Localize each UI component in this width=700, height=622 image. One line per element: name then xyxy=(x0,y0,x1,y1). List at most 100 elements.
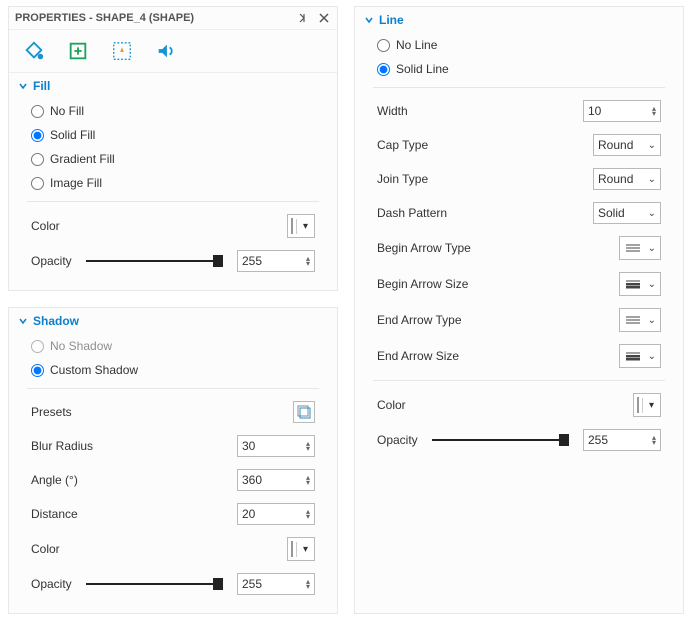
panel-title: PROPERTIES - SHAPE_4 (SHAPE) xyxy=(15,12,194,24)
radio-label: Custom Shadow xyxy=(50,363,138,377)
radio-no-shadow[interactable]: No Shadow xyxy=(19,334,327,358)
begin-arrow-size-select[interactable]: ⌄ xyxy=(619,272,661,296)
radio-input[interactable] xyxy=(31,105,44,118)
label-cap: Cap Type xyxy=(377,138,428,152)
join-type-select[interactable]: Round ⌄ xyxy=(593,168,661,190)
radio-label: No Fill xyxy=(50,104,84,118)
radio-gradient-fill[interactable]: Gradient Fill xyxy=(19,147,327,171)
slider-thumb[interactable] xyxy=(559,434,569,446)
shadow-color-swatch xyxy=(291,541,293,557)
line-color-picker[interactable]: ▾ xyxy=(633,393,661,417)
label-shadow-opacity: Opacity xyxy=(31,577,72,591)
radio-input[interactable] xyxy=(31,340,44,353)
spinner-icon[interactable]: ▴▾ xyxy=(648,106,656,116)
group-tab-icon[interactable] xyxy=(111,40,133,62)
label-end-arrow-type: End Arrow Type xyxy=(377,313,462,327)
shadow-blur-value[interactable]: 30 ▴▾ xyxy=(237,435,315,457)
fill-opacity-value[interactable]: 255 ▴▾ xyxy=(237,250,315,272)
section-fill[interactable]: Fill xyxy=(9,73,337,95)
end-arrow-type-select[interactable]: ⌄ xyxy=(619,308,661,332)
label-line-color: Color xyxy=(377,398,406,412)
fill-tab-icon[interactable] xyxy=(23,40,45,62)
radio-input[interactable] xyxy=(31,364,44,377)
spinner-icon[interactable]: ▴▾ xyxy=(302,579,310,589)
line-width-value[interactable]: 10 ▴▾ xyxy=(583,100,661,122)
panel-header: PROPERTIES - SHAPE_4 (SHAPE) xyxy=(9,7,337,30)
size-tab-icon[interactable] xyxy=(67,40,89,62)
dropdown-arrow-icon: ▾ xyxy=(296,219,314,234)
end-arrow-size-select[interactable]: ⌄ xyxy=(619,344,661,368)
label-angle: Angle (°) xyxy=(31,473,78,487)
spinner-icon[interactable]: ▴▾ xyxy=(648,435,656,445)
label-join: Join Type xyxy=(377,172,428,186)
shadow-distance-value[interactable]: 20 ▴▾ xyxy=(237,503,315,525)
radio-solid-line[interactable]: Solid Line xyxy=(365,57,673,81)
dropdown-arrow-icon: ▾ xyxy=(296,542,314,557)
spinner-icon[interactable]: ▴▾ xyxy=(302,441,310,451)
section-title-label: Line xyxy=(379,13,404,27)
label-begin-arrow-type: Begin Arrow Type xyxy=(377,241,471,255)
radio-input[interactable] xyxy=(31,177,44,190)
label-end-arrow-size: End Arrow Size xyxy=(377,349,459,363)
radio-input[interactable] xyxy=(31,129,44,142)
fill-opacity-slider[interactable] xyxy=(86,260,223,262)
label-presets: Presets xyxy=(31,405,72,419)
spinner-icon[interactable]: ▴▾ xyxy=(302,509,310,519)
spinner-icon[interactable]: ▴▾ xyxy=(302,256,310,266)
value: 255 xyxy=(242,254,262,268)
label-begin-arrow-size: Begin Arrow Size xyxy=(377,277,468,291)
chevron-down-icon: ⌄ xyxy=(648,351,656,362)
chevron-down-icon xyxy=(19,79,27,93)
audio-tab-icon[interactable] xyxy=(155,40,177,62)
chevron-down-icon xyxy=(365,13,373,27)
value: 30 xyxy=(242,439,255,453)
shadow-angle-value[interactable]: 360 ▴▾ xyxy=(237,469,315,491)
radio-label: Gradient Fill xyxy=(50,152,115,166)
radio-label: Solid Line xyxy=(396,62,449,76)
fill-color-picker[interactable]: ▾ xyxy=(287,214,315,238)
chevron-down-icon: ⌄ xyxy=(648,315,656,326)
dash-pattern-select[interactable]: Solid ⌄ xyxy=(593,202,661,224)
cap-type-select[interactable]: Round ⌄ xyxy=(593,134,661,156)
chevron-down-icon xyxy=(19,314,27,328)
line-opacity-value[interactable]: 255 ▴▾ xyxy=(583,429,661,451)
pin-icon[interactable] xyxy=(297,11,311,25)
radio-custom-shadow[interactable]: Custom Shadow xyxy=(19,358,327,382)
radio-image-fill[interactable]: Image Fill xyxy=(19,171,327,195)
panel-shadow: Shadow No Shadow Custom Shadow Presets xyxy=(8,307,338,614)
value: 10 xyxy=(588,104,601,118)
radio-no-line[interactable]: No Line xyxy=(365,33,673,57)
begin-arrow-type-select[interactable]: ⌄ xyxy=(619,236,661,260)
slider-thumb[interactable] xyxy=(213,578,223,590)
chevron-down-icon: ⌄ xyxy=(648,140,656,151)
shadow-presets-picker[interactable] xyxy=(293,401,315,423)
line-color-swatch xyxy=(637,397,639,413)
spinner-icon[interactable]: ▴▾ xyxy=(302,475,310,485)
section-line[interactable]: Line xyxy=(355,7,683,29)
label-blur: Blur Radius xyxy=(31,439,93,453)
radio-label: Solid Fill xyxy=(50,128,95,142)
section-title-label: Shadow xyxy=(33,314,79,328)
value: 20 xyxy=(242,507,255,521)
shadow-opacity-slider[interactable] xyxy=(86,583,223,585)
radio-input[interactable] xyxy=(377,39,390,52)
slider-thumb[interactable] xyxy=(213,255,223,267)
value: 255 xyxy=(588,433,608,447)
value: Solid xyxy=(598,206,625,220)
radio-label: No Shadow xyxy=(50,339,112,353)
close-icon[interactable] xyxy=(317,11,331,25)
toolbar xyxy=(9,30,337,73)
radio-input[interactable] xyxy=(377,63,390,76)
chevron-down-icon: ⌄ xyxy=(648,208,656,219)
label-distance: Distance xyxy=(31,507,78,521)
radio-solid-fill[interactable]: Solid Fill xyxy=(19,123,327,147)
value: 360 xyxy=(242,473,262,487)
section-shadow[interactable]: Shadow xyxy=(9,308,337,330)
chevron-down-icon: ⌄ xyxy=(648,279,656,290)
radio-no-fill[interactable]: No Fill xyxy=(19,99,327,123)
shadow-opacity-value[interactable]: 255 ▴▾ xyxy=(237,573,315,595)
line-opacity-slider[interactable] xyxy=(432,439,569,441)
value: Round xyxy=(598,138,633,152)
shadow-color-picker[interactable]: ▾ xyxy=(287,537,315,561)
radio-input[interactable] xyxy=(31,153,44,166)
